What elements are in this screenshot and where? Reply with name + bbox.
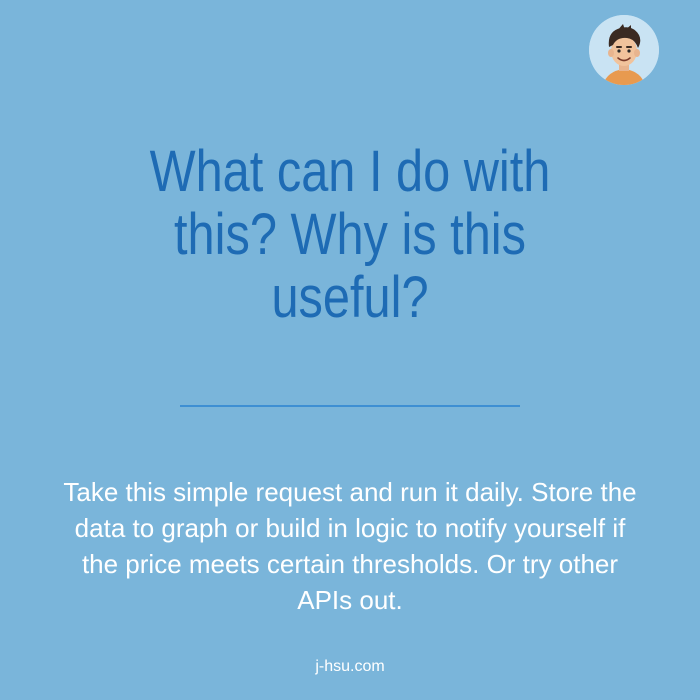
avatar: [589, 15, 659, 85]
body-text: Take this simple request and run it dail…: [63, 477, 637, 615]
cartoon-avatar-icon: [589, 15, 659, 85]
info-card: What can I do with this? Why is this use…: [0, 0, 700, 700]
divider: [180, 405, 520, 407]
footer-link[interactable]: j-hsu.com: [0, 657, 700, 677]
headline: What can I do with this? Why is this use…: [149, 139, 551, 330]
